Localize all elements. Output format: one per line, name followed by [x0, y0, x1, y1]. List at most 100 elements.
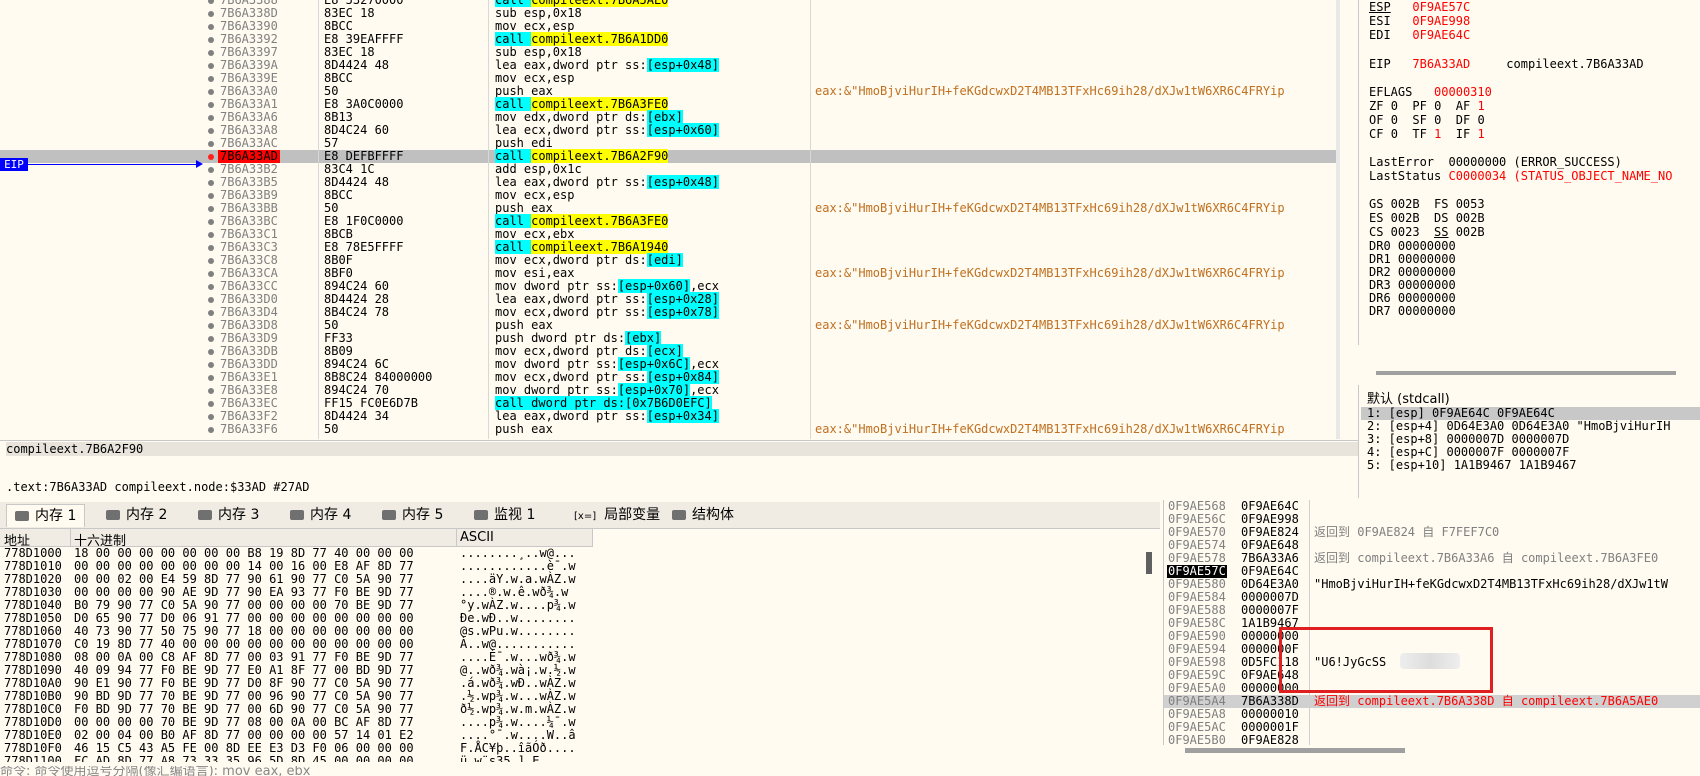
flag-value[interactable]: 1 [1434, 127, 1441, 141]
flag-value[interactable]: 1 [1477, 127, 1484, 141]
flag-value[interactable]: 0 [1434, 113, 1441, 127]
segment-ss-value: 002B [1448, 225, 1485, 239]
calling-convention-label[interactable]: 默认 (stdcall) [1367, 388, 1450, 407]
breakpoint-slot-icon[interactable] [208, 232, 214, 238]
dump-row[interactable]: 778D1100 FC AD 8D 77 A8 73 33 35 96 5D 8D… [0, 755, 1140, 763]
breakpoint-slot-icon[interactable] [208, 401, 214, 407]
tab-8[interactable]: 结构体 [664, 504, 742, 526]
arg-row[interactable]: 5: [esp+10] 1A1B9467 1A1B9467 [1367, 459, 1577, 472]
stack-scrollbar[interactable] [1185, 748, 1405, 753]
disasm-row[interactable]: 7B6A33C1 8BCB mov ecx,ebx [0, 228, 1336, 241]
disasm-row[interactable]: 7B6A3388 E8 53270000 call compileext.7B6A5… [0, 0, 1336, 7]
disasm-row[interactable]: 7B6A33BB 50 push eax eax:&"HmoBjviHurIH+feK… [0, 202, 1336, 215]
breakpoint-slot-icon[interactable] [208, 50, 214, 56]
breakpoint-slot-icon[interactable] [208, 128, 214, 134]
dump-scrollbar-thumb[interactable] [1146, 552, 1152, 574]
disasm-address[interactable]: 7B6A33F6 [220, 423, 278, 436]
breakpoint-slot-icon[interactable] [208, 323, 214, 329]
disassembly-pane[interactable]: 7B6A3388 E8 53270000 call compileext.7B6A5… [0, 0, 1336, 439]
disassembly-scrollbar[interactable] [1336, 0, 1340, 439]
flag-value[interactable]: 0 [1391, 99, 1398, 113]
register-eflags[interactable]: 00000310 [1434, 85, 1492, 99]
instruction-part: mov ecx,dword ptr ds: [495, 344, 647, 358]
disasm-row[interactable]: 7B6A33AC 57 push edi [0, 137, 1336, 150]
breakpoint-slot-icon[interactable] [208, 180, 214, 186]
breakpoint-slot-icon[interactable] [208, 271, 214, 277]
dump-address[interactable]: 778D1100 [4, 755, 62, 763]
breakpoint-slot-icon[interactable] [208, 76, 214, 82]
disasm-instruction[interactable]: push eax [495, 423, 553, 436]
breakpoint-icon[interactable] [208, 154, 214, 160]
breakpoint-slot-icon[interactable] [208, 141, 214, 147]
breakpoint-slot-icon[interactable] [208, 245, 214, 251]
segment-cs: CS 0023 [1369, 225, 1435, 239]
registers-scrollbar[interactable] [1376, 371, 1676, 375]
segment-row: ES 002B DS 002B [1369, 211, 1485, 225]
dump-ascii[interactable]: ü­.w¨s35.].E.... [460, 755, 568, 763]
breakpoint-slot-icon[interactable] [208, 89, 214, 95]
disasm-row[interactable]: 7B6A33D8 50 push eax eax:&"HmoBjviHurIH+feK… [0, 319, 1336, 332]
disasm-row[interactable]: 7B6A33F6 50 push eax eax:&"HmoBjviHurIH+feK… [0, 423, 1336, 436]
disasm-row[interactable]: 7B6A3390 8BCC mov ecx,esp [0, 20, 1336, 33]
breakpoint-slot-icon[interactable] [208, 375, 214, 381]
breakpoint-slot-icon[interactable] [208, 193, 214, 199]
breakpoint-slot-icon[interactable] [208, 167, 214, 173]
breakpoint-slot-icon[interactable] [208, 219, 214, 225]
breakpoint-slot-icon[interactable] [208, 414, 214, 420]
instruction-part: call [495, 240, 532, 254]
disasm-row[interactable]: 7B6A33B5 8D4424 48 lea eax,dword ptr ss:[e… [0, 175, 1336, 189]
register-esi[interactable]: 0F9AE998 [1412, 14, 1470, 28]
register-edi[interactable]: 0F9AE64C [1412, 28, 1470, 42]
tab-7[interactable]: [x=] 局部变量 [566, 504, 668, 526]
breakpoint-slot-icon[interactable] [208, 11, 214, 17]
breakpoint-slot-icon[interactable] [208, 297, 214, 303]
flag-value[interactable]: 0 [1434, 99, 1441, 113]
breakpoint-slot-icon[interactable] [208, 349, 214, 355]
disasm-row[interactable]: 7B6A33A8 8D4C24 60 lea ecx,dword ptr ss:[e… [0, 123, 1336, 137]
breakpoint-slot-icon[interactable] [208, 63, 214, 69]
command-bar[interactable]: 命令: 命令使用逗号分隔(像汇编语言): mov eax, ebx [0, 766, 1700, 776]
breakpoint-slot-icon[interactable] [208, 284, 214, 290]
breakpoint-slot-icon[interactable] [208, 115, 214, 121]
breakpoint-slot-icon[interactable] [208, 362, 214, 368]
tab-5[interactable]: 内存 5 [374, 504, 451, 526]
dump-header-ascii[interactable]: ASCII [460, 530, 494, 545]
disasm-row[interactable]: 7B6A339A 8D4424 48 lea eax,dword ptr ss:[e… [0, 58, 1336, 72]
breakpoint-slot-icon[interactable] [208, 336, 214, 342]
stack-pane[interactable]: 0F9AE568 0F9AE64C 0F9AE56C 0F9AE998 0F9AE570… [1163, 500, 1700, 745]
disasm-row[interactable]: 7B6A3392 E8 39EAFFFF call compileext.7B6A1… [0, 32, 1336, 46]
flag-value[interactable]: 0 [1391, 127, 1398, 141]
register-esp[interactable]: 0F9AE57C [1412, 0, 1470, 14]
tab-2[interactable]: 内存 2 [98, 504, 175, 526]
disasm-bytes: 50 [324, 422, 339, 436]
breakpoint-slot-icon[interactable] [208, 102, 214, 108]
flag-value[interactable]: 0 [1391, 113, 1398, 127]
breakpoint-slot-icon[interactable] [208, 37, 214, 43]
memory-dump-pane[interactable]: 778D1000 18 00 00 00 00 00 00 00 B8 19 8D… [0, 547, 1140, 762]
tab-3[interactable]: 内存 3 [190, 504, 267, 526]
breakpoint-slot-icon[interactable] [208, 24, 214, 30]
register-name: LastError [1369, 155, 1435, 169]
flag-value[interactable]: 0 [1477, 113, 1484, 127]
register-eip[interactable]: 7B6A33AD [1412, 57, 1470, 71]
instruction-part: call [495, 32, 532, 46]
dump-hex[interactable]: FC AD 8D 77 A8 73 33 35 96 5D 8D 45 00 0… [74, 755, 414, 763]
breakpoint-slot-icon[interactable] [208, 388, 214, 394]
breakpoint-slot-icon[interactable] [208, 427, 214, 433]
call-stack-args-pane[interactable]: 默认 (stdcall) 1: [esp] 0F9AE64C 0F9AE64C 2… [1358, 385, 1700, 498]
breakpoint-slot-icon[interactable] [208, 206, 214, 212]
disasm-row[interactable]: 7B6A33BC E8 1F0C0000 call compileext.7B6A3… [0, 214, 1336, 228]
tab-6[interactable]: 监视 1 [466, 504, 543, 526]
tab-1[interactable]: 内存 1 [6, 504, 86, 527]
disasm-row[interactable]: 7B6A338D 83EC 18 sub esp,0x18 [0, 7, 1336, 20]
breakpoint-slot-icon[interactable] [208, 310, 214, 316]
stack-value[interactable]: 0F9AE828 [1241, 734, 1299, 746]
disasm-row[interactable]: 7B6A33A0 50 push eax eax:&"HmoBjviHurIH+feK… [0, 85, 1336, 98]
tab-4[interactable]: 内存 4 [282, 504, 359, 526]
breakpoint-slot-icon[interactable] [208, 258, 214, 264]
stack-address[interactable]: 0F9AE5B0 [1167, 734, 1227, 746]
flag-value[interactable]: 1 [1477, 99, 1484, 113]
stack-row[interactable]: 0F9AE5B0 0F9AE828 [1164, 734, 1700, 746]
breakpoint-slot-icon[interactable] [208, 0, 214, 4]
registers-pane[interactable]: ESP 0F9AE57C ESI 0F9AE998 EDI 0F9AE64C E… [1358, 0, 1700, 345]
